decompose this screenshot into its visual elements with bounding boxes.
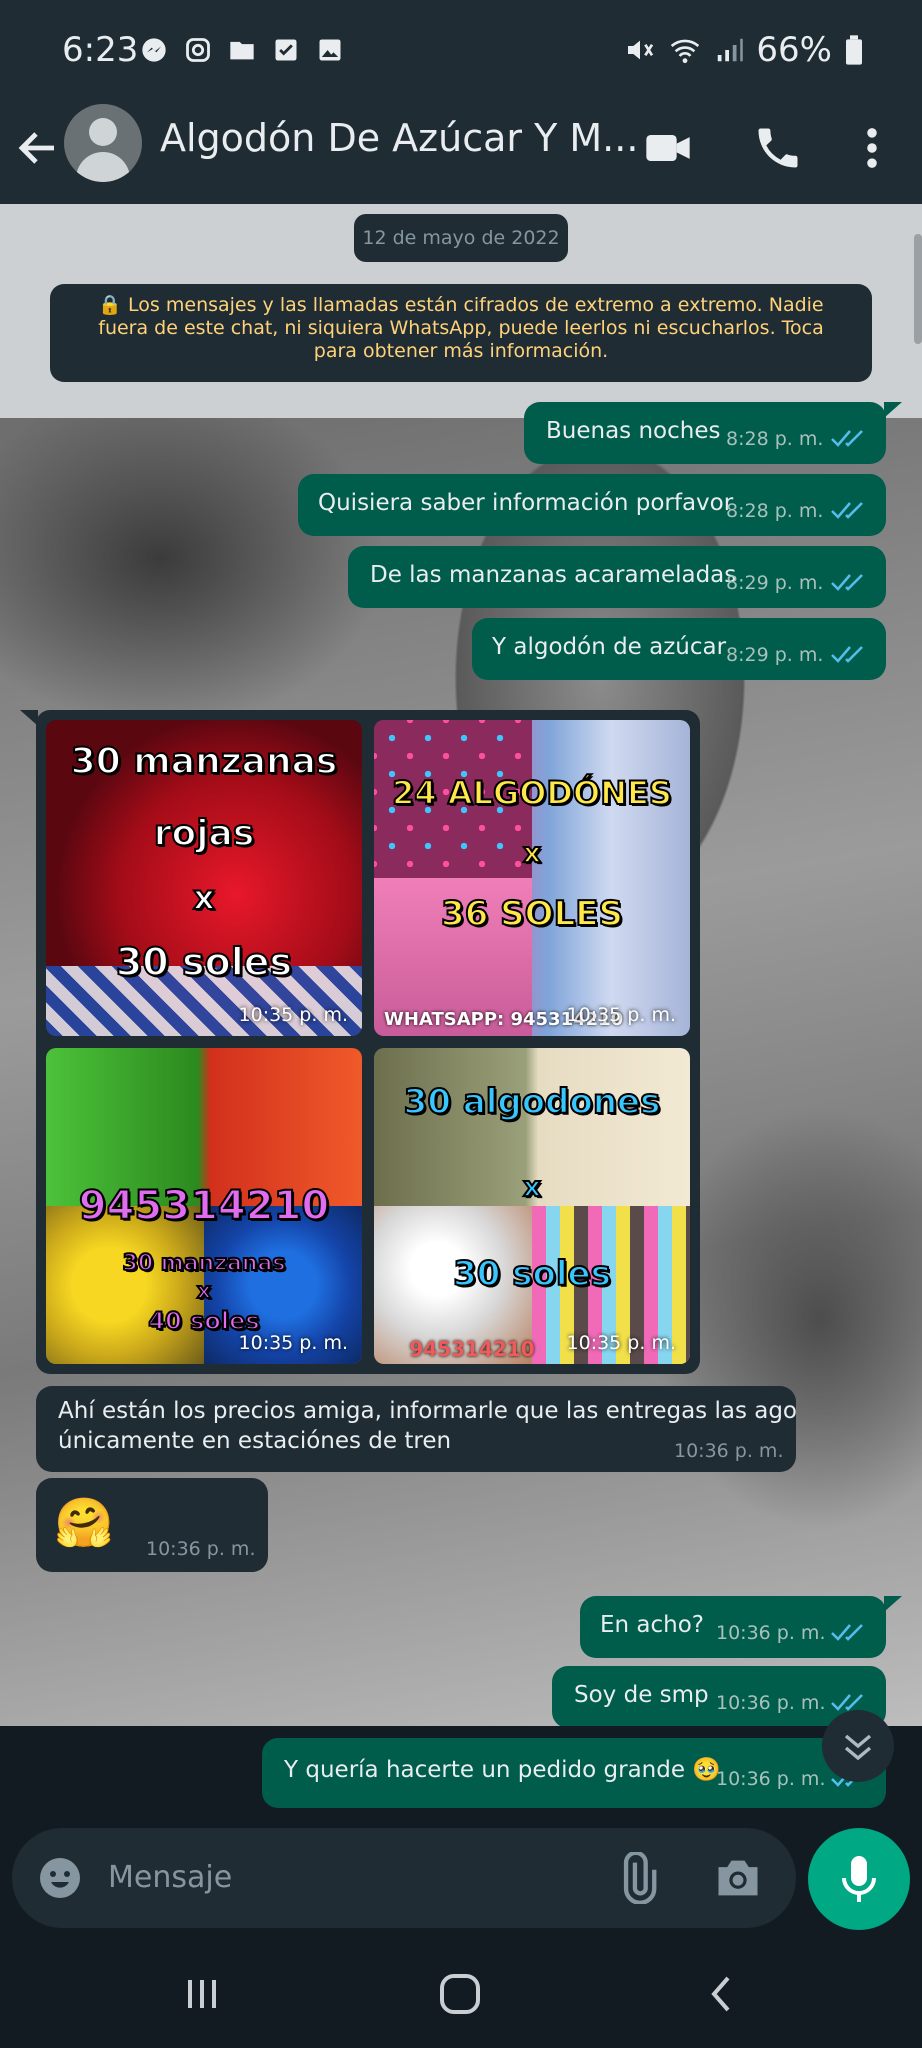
image-caption: 30 soles <box>115 940 293 984</box>
image-album-message[interactable]: 30 manzanas rojas x 30 soles 10:35 p. m.… <box>36 710 700 1374</box>
scrollbar[interactable] <box>914 234 922 344</box>
image-tile[interactable]: 24 ALGODÓNES x 36 SOLES WHATSAPP: 945314… <box>374 720 690 1036</box>
image-caption: rojas <box>153 813 256 854</box>
image-caption: x <box>522 836 542 869</box>
read-ticks-icon <box>831 646 863 663</box>
image-caption: 24 ALGODÓNES <box>391 774 673 812</box>
message-outgoing[interactable]: De las manzanas acarameladas 8:29 p. m. <box>348 546 886 608</box>
image-caption: 36 SOLES <box>440 894 624 934</box>
message-emoji: 🤗 <box>54 1495 114 1551</box>
message-composer: Mensaje <box>12 1828 796 1928</box>
message-outgoing[interactable]: Y algodón de azúcar 8:29 p. m. <box>472 618 886 680</box>
voice-message-button[interactable] <box>808 1828 910 1930</box>
read-ticks-icon <box>831 430 863 447</box>
image-caption: 30 soles <box>452 1254 612 1294</box>
message-outgoing[interactable]: Buenas noches 8:28 p. m. <box>524 402 886 464</box>
status-bar: 6:23 66% <box>0 0 922 104</box>
signal-icon <box>718 38 744 62</box>
message-text: Buenas noches <box>546 418 721 444</box>
read-ticks-icon <box>831 574 863 591</box>
image-caption: 30 manzanas <box>70 741 339 782</box>
image-time: 10:35 p. m. <box>238 1004 348 1026</box>
message-text: De las manzanas acarameladas <box>370 562 737 588</box>
message-time: 8:28 p. m. <box>726 428 824 450</box>
image-caption: x <box>522 1170 542 1203</box>
contact-name[interactable]: Algodón De Azúcar Y M... <box>160 116 638 160</box>
message-text: Soy de smp <box>574 1682 709 1708</box>
image-tile[interactable]: 945314210 30 manzanas x 40 soles 10:35 p… <box>46 1048 362 1364</box>
gallery-icon <box>319 39 341 61</box>
message-outgoing[interactable]: En acho? 10:36 p. m. <box>580 1596 886 1658</box>
message-time: 8:29 p. m. <box>726 572 824 594</box>
date-separator: 12 de mayo de 2022 <box>354 214 568 262</box>
back-arrow-icon[interactable] <box>14 124 62 172</box>
message-text: Y quería hacerte un pedido grande 🥹 <box>284 1757 721 1783</box>
message-time: 10:36 p. m. <box>146 1538 256 1560</box>
messenger-icon <box>142 38 166 62</box>
image-caption: 30 algodones <box>403 1082 662 1122</box>
system-nav-bar <box>0 1942 922 2048</box>
wifi-icon <box>671 39 700 64</box>
message-time: 10:36 p. m. <box>716 1692 826 1714</box>
chat-area[interactable]: 12 de mayo de 2022 🔒 Los mensajes y las … <box>0 204 922 1726</box>
microphone-icon <box>842 1856 876 1902</box>
folder-icon <box>230 41 254 60</box>
mute-vibrate-icon <box>628 40 654 60</box>
battery-percent: 66% <box>756 30 832 70</box>
message-incoming[interactable]: 🤗 10:36 p. m. <box>36 1478 268 1572</box>
status-time: 6:23 <box>62 30 139 70</box>
image-tile[interactable]: 30 manzanas rojas x 30 soles 10:35 p. m. <box>46 720 362 1036</box>
instagram-icon <box>186 38 210 62</box>
message-text: Ahí están los precios amiga, informarle … <box>58 1398 797 1424</box>
image-caption: 945314210 <box>78 1183 331 1229</box>
message-text: Y algodón de azúcar <box>492 634 727 660</box>
image-caption: x <box>196 1278 212 1304</box>
back-nav-icon[interactable] <box>700 1972 744 2016</box>
recent-apps-icon[interactable] <box>180 1972 224 2016</box>
voice-call-icon[interactable] <box>752 122 804 174</box>
image-time: 10:35 p. m. <box>238 1332 348 1354</box>
video-call-icon[interactable] <box>642 122 694 174</box>
scroll-to-bottom-button[interactable] <box>822 1710 894 1782</box>
message-outgoing[interactable]: Y quería hacerte un pedido grande 🥹 10:3… <box>262 1738 886 1808</box>
message-input[interactable]: Mensaje <box>108 1860 232 1895</box>
image-caption: x <box>192 878 216 918</box>
encryption-notice[interactable]: 🔒 Los mensajes y las llamadas están cifr… <box>50 284 872 382</box>
message-time: 8:28 p. m. <box>726 500 824 522</box>
attachment-icon[interactable] <box>612 1852 664 1904</box>
read-ticks-icon <box>831 1624 863 1641</box>
message-time: 10:36 p. m. <box>674 1440 784 1462</box>
message-text: En acho? <box>600 1612 705 1638</box>
image-tile[interactable]: 30 algodones x 30 soles 945314210 10:35 … <box>374 1048 690 1364</box>
image-time: 10:35 p. m. <box>566 1004 676 1026</box>
checkbox-icon <box>275 39 297 61</box>
chat-header: Algodón De Azúcar Y M... <box>0 104 922 204</box>
message-text: únicamente en estaciónes de tren <box>58 1428 452 1454</box>
image-caption: 30 manzanas <box>122 1250 287 1276</box>
message-outgoing[interactable]: Quisiera saber información porfavor 8:28… <box>298 474 886 536</box>
message-incoming[interactable]: Ahí están los precios amiga, informarle … <box>36 1386 797 1472</box>
image-time: 10:35 p. m. <box>566 1332 676 1354</box>
read-ticks-icon <box>831 502 863 519</box>
emoji-icon[interactable] <box>36 1854 84 1902</box>
message-text: Quisiera saber información porfavor <box>318 490 734 516</box>
message-time: 10:36 p. m. <box>716 1622 826 1644</box>
battery-icon <box>846 35 862 65</box>
message-time: 8:29 p. m. <box>726 644 824 666</box>
double-chevron-down-icon <box>844 1734 872 1761</box>
home-icon[interactable] <box>436 1970 484 2018</box>
more-options-icon[interactable] <box>846 122 898 174</box>
message-time: 10:36 p. m. <box>716 1768 826 1790</box>
image-caption: 40 soles <box>147 1307 260 1336</box>
camera-icon[interactable] <box>712 1852 764 1904</box>
contact-avatar[interactable] <box>64 104 142 182</box>
